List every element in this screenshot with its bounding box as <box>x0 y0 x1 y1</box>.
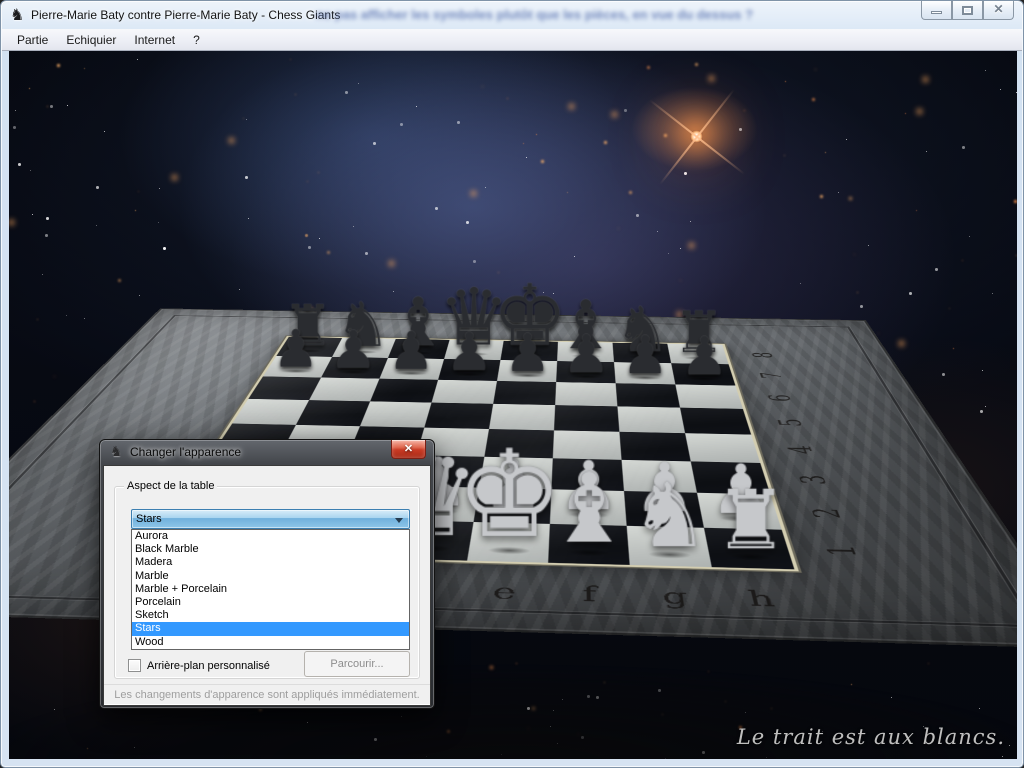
maximize-button[interactable] <box>952 1 983 20</box>
window-controls: ✕ <box>921 1 1014 20</box>
board-square-f7[interactable] <box>556 361 615 383</box>
window-title: Pierre-Marie Baty contre Pierre-Marie Ba… <box>31 8 340 22</box>
board-square-g7[interactable] <box>614 362 675 384</box>
dialog-title: Changer l'apparence <box>130 445 241 459</box>
board-square-e7[interactable] <box>497 360 557 382</box>
dialog-footer-text: Les changements d'apparence sont appliqu… <box>104 684 430 705</box>
dialog-knight-icon: ♞ <box>110 445 123 460</box>
board-square-b8[interactable] <box>332 338 396 358</box>
board-square-f8[interactable] <box>557 342 614 362</box>
appearance-listbox[interactable]: AuroraBlack MarbleMaderaMarbleMarble + P… <box>131 529 410 650</box>
board-square-b5[interactable] <box>296 400 370 426</box>
custom-background-checkbox[interactable] <box>128 659 141 672</box>
appearance-option[interactable]: Porcelain <box>132 596 409 609</box>
board-square-g6[interactable] <box>616 383 680 407</box>
board-square-c7[interactable] <box>379 358 444 380</box>
appearance-option[interactable]: Marble <box>132 570 409 583</box>
appearance-option[interactable]: Aurora <box>132 530 409 543</box>
minimize-button[interactable] <box>921 1 952 20</box>
menu-partie[interactable]: Partie <box>8 30 57 50</box>
board-square-h8[interactable] <box>667 344 728 365</box>
board-square-b6[interactable] <box>309 378 379 402</box>
white-rook-icon: ♜ <box>714 480 787 562</box>
dialog-body: Aspect de la table Stars AuroraBlack Mar… <box>104 466 430 705</box>
board-square-d6[interactable] <box>432 380 497 404</box>
appearance-option[interactable]: Stars <box>132 622 409 635</box>
board-square-c8[interactable] <box>388 339 450 359</box>
white-bishop-icon: ♝ <box>546 461 632 557</box>
board-square-e8[interactable] <box>500 341 557 361</box>
menu-internet[interactable]: Internet <box>125 30 184 50</box>
main-window: ♞ Pierre-Marie Baty contre Pierre-Marie … <box>0 0 1024 768</box>
board-square-c6[interactable] <box>370 379 438 403</box>
titlebar[interactable]: ♞ Pierre-Marie Baty contre Pierre-Marie … <box>1 1 1023 29</box>
appearance-option[interactable]: Sketch <box>132 609 409 622</box>
game-viewport[interactable]: abcdefgh12345678♜♞♝♛♚♝♞♜♟♟♟♟♟♟♟♟♟♟♟♟♟♟♟♟… <box>9 51 1017 759</box>
board-square-b7[interactable] <box>321 357 388 379</box>
menubar: Partie Echiquier Internet ? <box>2 29 1022 51</box>
board-square-h7[interactable] <box>671 363 735 385</box>
appearance-option[interactable]: Wood <box>132 636 409 649</box>
chevron-down-icon <box>395 518 403 523</box>
board-square-d8[interactable] <box>444 340 504 360</box>
dialog-close-icon: ✕ <box>392 442 425 455</box>
board-square-h6[interactable] <box>675 384 743 409</box>
board-square-g8[interactable] <box>613 343 672 363</box>
close-icon: ✕ <box>984 2 1013 16</box>
white-knight-icon: ♞ <box>629 470 709 559</box>
combobox-value: Stars <box>136 513 162 525</box>
rank-label-8: 8 <box>747 352 780 358</box>
dialog-close-button[interactable]: ✕ <box>391 440 426 459</box>
appearance-dialog[interactable]: ♞ Changer l'apparence ✕ Aspect de la tab… <box>99 439 435 709</box>
group-label: Aspect de la table <box>124 480 217 492</box>
appearance-option[interactable]: Black Marble <box>132 543 409 556</box>
browse-button[interactable]: Parcourir... <box>304 651 410 677</box>
turn-indicator: Le trait est aux blancs. <box>737 725 1005 749</box>
board-square-e6[interactable] <box>493 381 556 405</box>
appearance-combobox[interactable]: Stars <box>131 509 410 529</box>
board-square-f6[interactable] <box>555 382 617 406</box>
board-square-f5[interactable] <box>554 405 619 432</box>
board-square-c5[interactable] <box>360 401 432 427</box>
appearance-option[interactable]: Madera <box>132 556 409 569</box>
dialog-titlebar[interactable]: ♞ Changer l'apparence ✕ <box>104 440 430 466</box>
app-knight-icon: ♞ <box>10 6 27 23</box>
maximize-icon <box>962 6 973 15</box>
checkbox-label: Arrière-plan personnalisé <box>147 660 270 672</box>
appearance-option[interactable]: Marble + Porcelain <box>132 583 409 596</box>
menu-help[interactable]: ? <box>184 30 209 50</box>
menu-echiquier[interactable]: Echiquier <box>57 30 125 50</box>
board-square-d7[interactable] <box>438 359 500 381</box>
minimize-icon <box>931 11 942 14</box>
blurred-background-text: ne pas afficher les symboles plutôt que … <box>316 7 956 22</box>
close-button[interactable]: ✕ <box>983 1 1014 20</box>
